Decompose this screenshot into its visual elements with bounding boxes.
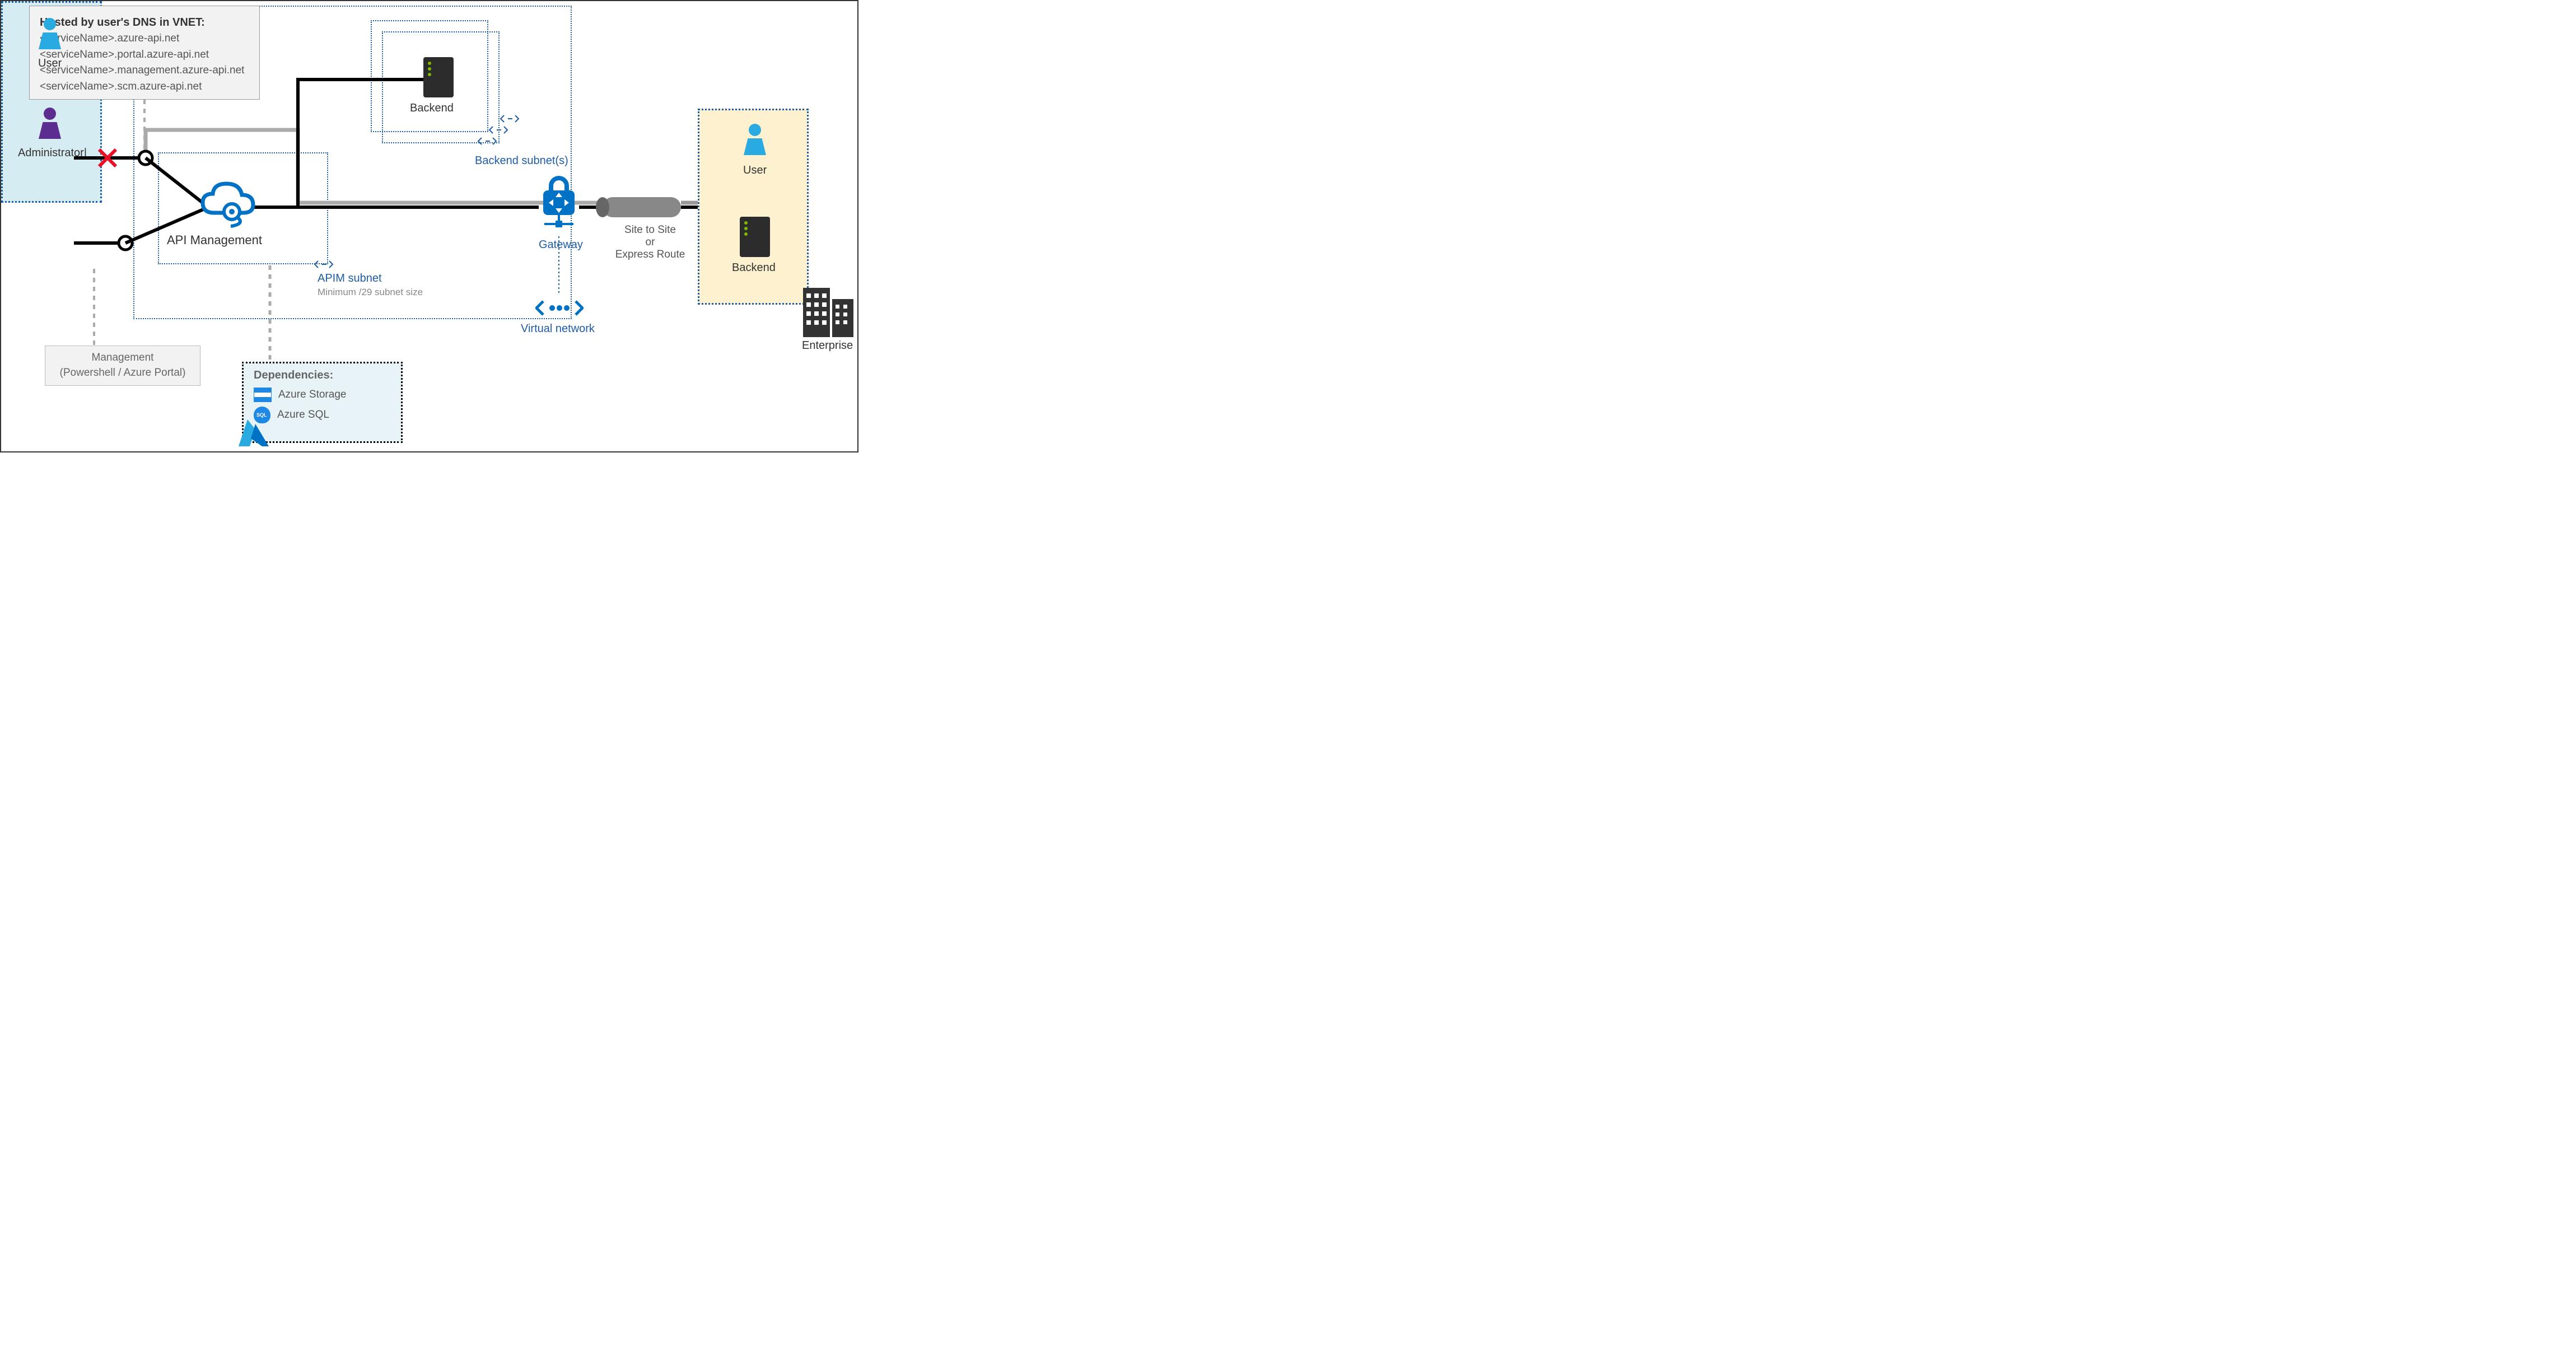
- backend-subnets-label: Backend subnet(s): [475, 153, 568, 168]
- enterprise-label: Enterprise: [802, 339, 853, 352]
- virtual-network-icon: [535, 296, 584, 323]
- apim-label: API Management: [167, 233, 262, 248]
- gateway-label: Gateway: [539, 239, 583, 251]
- backend-server-icon: [423, 57, 454, 97]
- apim-subnet-label: APIM subnet: [318, 272, 382, 285]
- enterprise-backend-icon: [740, 217, 770, 257]
- backend-label: Backend: [410, 102, 454, 115]
- mgmt-line1: Management: [60, 351, 186, 366]
- vnet-label: Virtual network: [521, 323, 595, 335]
- mgmt-line2: (Powershell / Azure Portal): [60, 366, 186, 381]
- enterprise-user-icon: [741, 124, 769, 157]
- enterprise-buildings-icon: [803, 277, 853, 340]
- gateway-icon: [539, 175, 579, 239]
- user-label: User: [38, 57, 62, 70]
- dns-line: <serviceName>.scm.azure-api.net: [40, 79, 249, 95]
- dns-title: Hosted by user's DNS in VNET:: [40, 14, 249, 31]
- deps-title: Dependencies:: [254, 369, 391, 382]
- dep-storage: Azure Storage: [254, 388, 391, 402]
- storage-icon: [254, 388, 272, 402]
- dns-line: <serviceName>.portal.azure-api.net: [40, 47, 249, 63]
- diagram-canvas: Hosted by user's DNS in VNET: <serviceNa…: [0, 0, 858, 452]
- api-management-icon: [197, 179, 259, 232]
- user2-label: User: [743, 164, 767, 177]
- admin-icon: [36, 108, 64, 141]
- dns-line: <serviceName>.management.azure-api.net: [40, 63, 249, 79]
- enterprise-box: User Backend: [698, 109, 809, 305]
- user-icon: [36, 18, 64, 52]
- dep-sql-label: Azure SQL: [277, 409, 329, 421]
- management-box: Management (Powershell / Azure Portal): [45, 346, 200, 386]
- backend2-label: Backend: [732, 262, 776, 274]
- admin-label: Administrator|: [18, 147, 87, 160]
- apim-subnet-note: Minimum /29 subnet size: [318, 287, 423, 298]
- dep-storage-label: Azure Storage: [278, 389, 346, 401]
- dns-line: <serviceName>.azure-api.net: [40, 31, 249, 47]
- dep-sql: Azure SQL: [254, 407, 391, 423]
- azure-logo-icon: [236, 418, 270, 449]
- s2s-label: Site to Site or Express Route: [608, 224, 692, 261]
